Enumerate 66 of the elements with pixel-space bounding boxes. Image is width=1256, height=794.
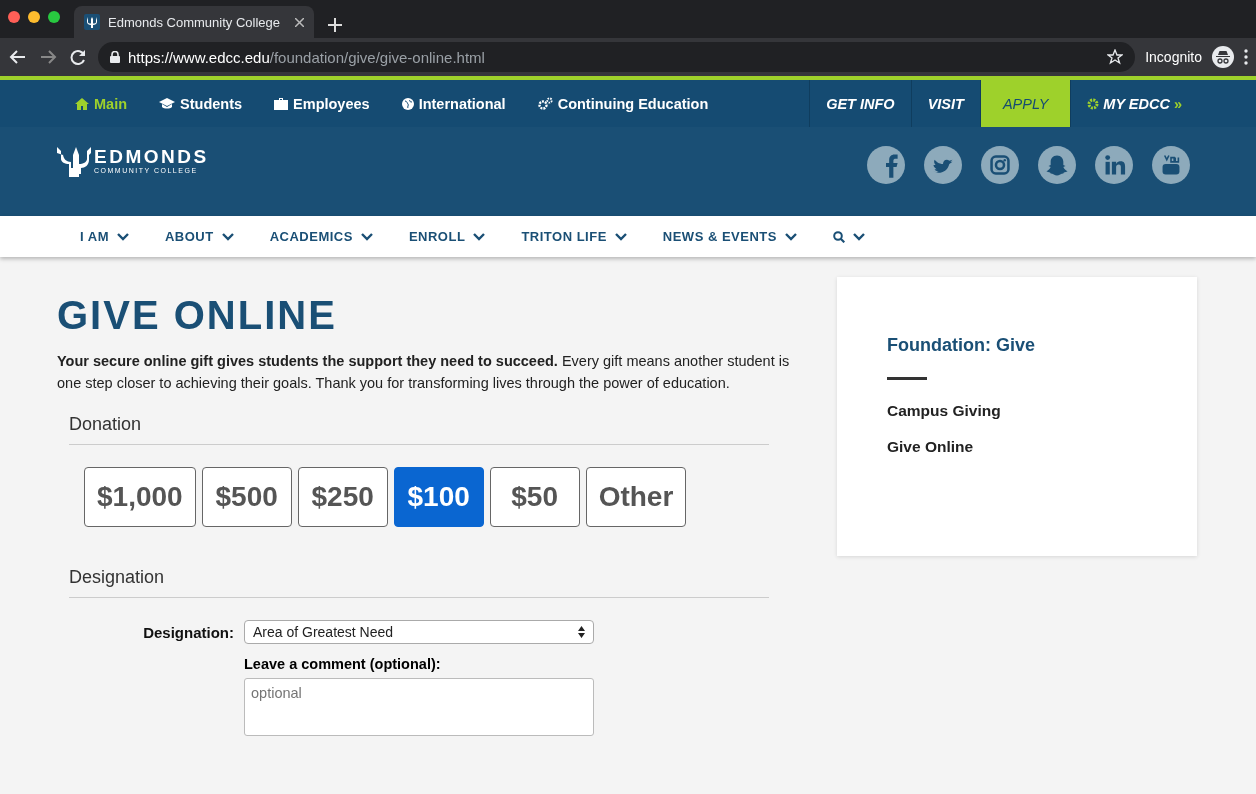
facebook-icon[interactable] — [867, 145, 905, 184]
ghost-icon[interactable] — [1038, 145, 1076, 184]
amount-button[interactable]: $100 — [393, 467, 484, 527]
chevron-down-icon — [221, 232, 234, 241]
page-title: GIVE ONLINE — [57, 293, 338, 338]
browser-tab[interactable]: Edmonds Community College — [74, 6, 314, 38]
top-nav-link[interactable]: International — [401, 95, 506, 112]
bird-icon[interactable] — [924, 145, 962, 184]
chevron-down-icon — [360, 232, 373, 241]
amount-button[interactable]: $250 — [297, 467, 388, 527]
intro-paragraph: Your secure online gift gives students the support they need to succeed. Every gift means another student is one step closer to achieving their goals. Thank you for transforming lives through the power of education. — [57, 352, 791, 393]
main-nav-menu[interactable]: ENROLL — [408, 229, 486, 244]
chevron-down-icon — [614, 232, 627, 241]
main-nav-menu[interactable]: I AM — [80, 229, 129, 244]
chevron-down-icon — [784, 232, 797, 241]
chevron-down-icon — [852, 232, 865, 241]
close-window-icon[interactable] — [8, 11, 20, 23]
linkedin-icon[interactable] — [1095, 145, 1133, 184]
sidebar-link[interactable]: Give Online — [887, 438, 1197, 456]
designation-dropdown[interactable]: Area of Greatest Need — [244, 620, 594, 644]
graduation-cap-icon — [159, 97, 176, 110]
main-nav-menu[interactable]: TRITON LIFE — [521, 229, 627, 244]
search-icon — [832, 230, 845, 243]
main-nav-menu[interactable]: ACADEMICS — [269, 229, 373, 244]
briefcase-icon — [274, 97, 289, 110]
minimize-window-icon[interactable] — [28, 11, 40, 23]
profile-label[interactable]: Incognito — [1145, 49, 1202, 65]
camera-icon[interactable] — [981, 145, 1019, 184]
top-nav-link[interactable]: Students — [159, 95, 243, 112]
double-chevron-icon: » — [1173, 95, 1182, 112]
portal-link[interactable]: MY EDCC — [1103, 95, 1170, 112]
field-label: Leave a comment (optional): — [244, 656, 442, 672]
top-nav-link[interactable]: Continuing Education — [537, 95, 709, 112]
incognito-icon[interactable] — [1212, 46, 1234, 68]
updown-caret-icon — [578, 626, 585, 638]
gear-icon — [1087, 97, 1100, 110]
section-heading: Designation — [69, 567, 769, 598]
amount-button[interactable]: $50 — [489, 467, 580, 527]
more-menu-icon[interactable] — [1244, 49, 1248, 65]
top-nav-link[interactable]: Employees — [274, 95, 370, 112]
chevron-down-icon — [116, 232, 129, 241]
gears-icon — [537, 97, 553, 110]
comment-field[interactable]: optional — [244, 678, 594, 736]
main-nav-menu[interactable]: NEWS & EVENTS — [662, 229, 797, 244]
sidebar-title: Foundation: Give — [887, 335, 1036, 356]
globe-icon — [401, 97, 414, 110]
field-label: Designation: — [142, 623, 234, 641]
search-menu[interactable] — [832, 230, 865, 243]
main-nav-menu[interactable]: ABOUT — [164, 229, 234, 244]
close-tab-icon[interactable] — [295, 17, 304, 27]
new-tab-icon[interactable] — [328, 18, 342, 32]
address-bar[interactable]: https://www.edcc.edu/foundation/give/give-online.html — [98, 42, 1136, 72]
amount-button[interactable]: $1,000 — [84, 467, 196, 527]
reload-icon[interactable] — [68, 47, 88, 67]
apply-button[interactable]: APPLY — [979, 80, 1071, 127]
sidebar-link[interactable]: Campus Giving — [887, 402, 1197, 420]
maximize-window-icon[interactable] — [48, 11, 60, 23]
top-nav-link[interactable]: Main — [75, 95, 128, 112]
trident-icon — [84, 14, 100, 30]
amount-button[interactable]: $500 — [201, 467, 292, 527]
chevron-down-icon — [473, 232, 486, 241]
lock-icon — [110, 51, 120, 63]
home-icon — [75, 97, 89, 110]
section-heading: Donation — [69, 414, 769, 445]
amount-button[interactable]: Other — [585, 467, 687, 527]
star-icon[interactable] — [1107, 49, 1124, 65]
